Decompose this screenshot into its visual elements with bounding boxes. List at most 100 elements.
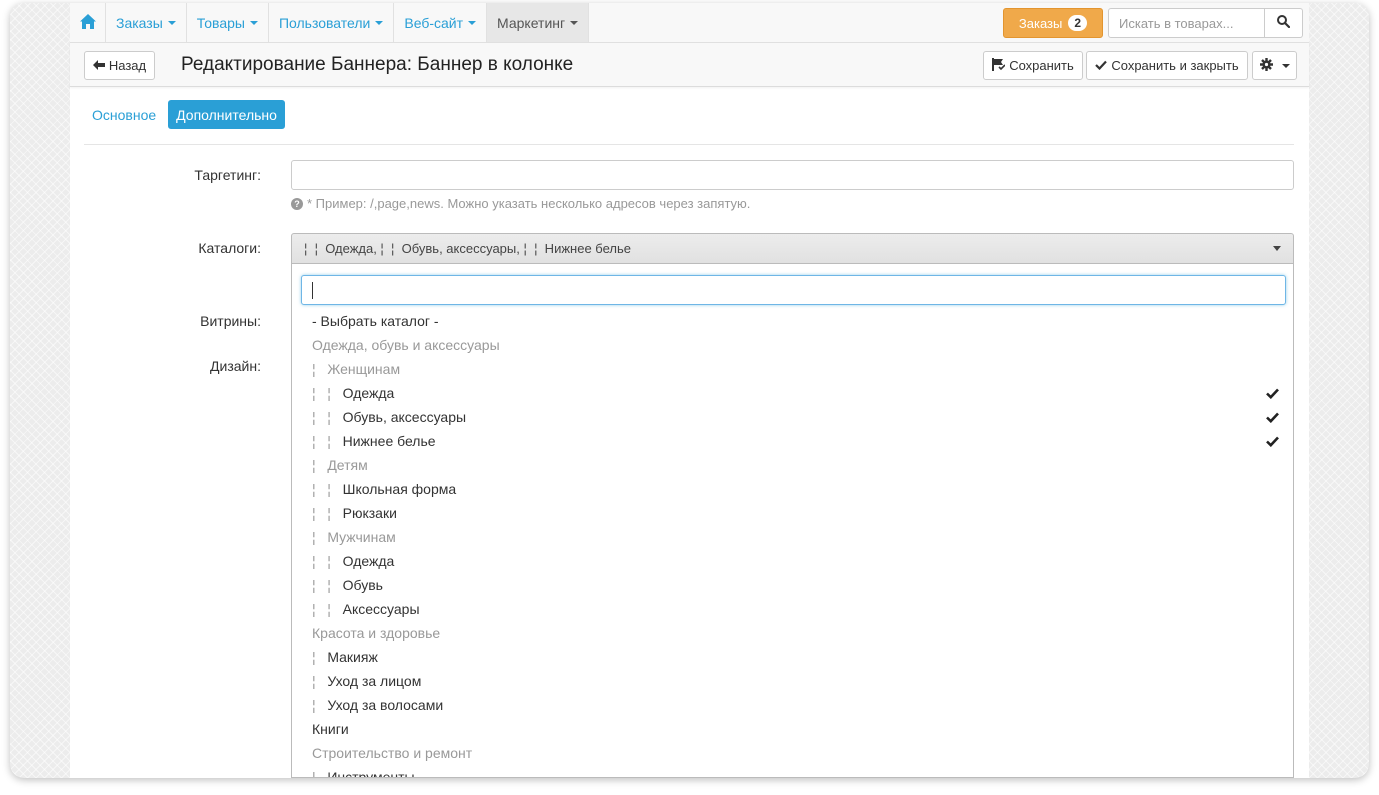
dropdown-option[interactable]: ¦ Уход за волосами	[292, 693, 1293, 717]
chevron-down-icon	[1273, 246, 1281, 251]
dropdown-option-label: Одежда	[342, 385, 395, 401]
dropdown-group-label: ¦ Женщинам	[292, 357, 1293, 381]
targeting-hint: ? * Пример: /,page,news. Можно указать н…	[291, 196, 750, 211]
design-label: Дизайн:	[210, 358, 261, 374]
tree-indent: ¦ ¦	[312, 553, 343, 569]
orders-button[interactable]: Заказы 2	[1003, 8, 1103, 38]
question-circle-icon: ?	[291, 197, 303, 210]
dropdown-option[interactable]: ¦ ¦ Школьная форма	[292, 477, 1293, 501]
chevron-down-icon	[249, 20, 258, 25]
dropdown-option-label: Одежда, обувь и аксессуары	[312, 337, 500, 353]
nav-website[interactable]: Веб-сайт	[394, 3, 488, 42]
dropdown-option-label: Нижнее белье	[342, 433, 436, 449]
tree-indent: ¦	[312, 649, 328, 665]
tab-additional[interactable]: Дополнительно	[168, 100, 285, 129]
check-icon	[1095, 58, 1108, 73]
dropdown-option[interactable]: - Выбрать каталог -	[292, 309, 1293, 333]
nav-orders[interactable]: Заказы	[106, 3, 187, 42]
tab-main[interactable]: Основное	[84, 100, 164, 129]
dropdown-group-label: ¦ Детям	[292, 453, 1293, 477]
dropdown-option-label: Женщинам	[327, 361, 401, 377]
catalogs-selected-value: ¦ ¦ Одежда, ¦ ¦ Обувь, аксессуары, ¦ ¦ Н…	[304, 241, 631, 256]
save-and-close-button[interactable]: Сохранить и закрыть	[1086, 51, 1248, 80]
dropdown-option-label: Уход за волосами	[327, 697, 444, 713]
dropdown-option[interactable]: ¦ ¦ Одежда	[292, 381, 1293, 405]
arrow-left-icon	[92, 58, 105, 73]
chevron-down-icon	[570, 20, 579, 25]
dropdown-option[interactable]: Книги	[292, 717, 1293, 741]
save-flag-icon	[992, 57, 1006, 74]
chevron-down-icon	[167, 20, 176, 25]
tree-indent: ¦	[312, 697, 328, 713]
check-icon	[1266, 386, 1279, 402]
page-title: Редактирование Баннера: Баннер в колонке	[181, 54, 574, 75]
orders-count-badge: 2	[1068, 15, 1088, 31]
dropdown-option[interactable]: ¦ ¦ Нижнее белье	[292, 429, 1293, 453]
text-cursor	[312, 282, 313, 299]
nav-users[interactable]: Пользователи	[269, 3, 395, 42]
page-header: Назад Редактирование Баннера: Баннер в к…	[70, 43, 1309, 87]
tree-indent: ¦	[312, 457, 328, 473]
dropdown-option-label: Школьная форма	[342, 481, 457, 497]
dropdown-option-label: Аксессуары	[342, 601, 420, 617]
search-icon	[1277, 15, 1291, 31]
tree-indent: ¦	[312, 673, 328, 689]
dropdown-option-label: Обувь, аксессуары	[342, 409, 467, 425]
settings-button[interactable]	[1252, 51, 1297, 80]
dropdown-option-label: Уход за лицом	[327, 673, 422, 689]
chevron-down-icon	[1281, 63, 1290, 68]
dropdown-option-label: Инструменты	[327, 769, 415, 778]
tree-indent: ¦ ¦	[312, 505, 343, 521]
tree-indent: ¦	[312, 529, 328, 545]
dropdown-option[interactable]: ¦ Уход за лицом	[292, 669, 1293, 693]
dropdown-option-label: Одежда	[342, 553, 395, 569]
chevron-down-icon	[375, 20, 384, 25]
nav-products[interactable]: Товары	[187, 3, 269, 42]
targeting-label: Таргетинг:	[194, 167, 261, 183]
dropdown-option-label: Рюкзаки	[342, 505, 397, 521]
save-button[interactable]: Сохранить	[983, 51, 1083, 80]
dropdown-option-label: Детям	[327, 457, 368, 473]
catalogs-select[interactable]: ¦ ¦ Одежда, ¦ ¦ Обувь, аксессуары, ¦ ¦ Н…	[291, 233, 1294, 264]
dropdown-option-label: Мужчинам	[327, 529, 396, 545]
dropdown-search-input[interactable]	[301, 275, 1286, 305]
home-icon	[79, 13, 96, 32]
orders-button-label: Заказы	[1018, 15, 1063, 31]
search-button[interactable]	[1265, 8, 1303, 38]
search-input[interactable]	[1108, 8, 1265, 38]
chevron-down-icon	[468, 20, 477, 25]
showcases-label: Витрины:	[200, 313, 261, 329]
back-button[interactable]: Назад	[84, 51, 155, 80]
tabs-divider	[84, 144, 1294, 145]
catalogs-label: Каталоги:	[198, 240, 261, 256]
product-search	[1108, 8, 1303, 38]
dropdown-option-label: Макияж	[327, 649, 378, 665]
dropdown-option[interactable]: ¦ ¦ Одежда	[292, 549, 1293, 573]
tree-indent: ¦ ¦	[312, 385, 343, 401]
dropdown-option-label: - Выбрать каталог -	[312, 313, 439, 329]
top-navbar: Заказы Товары Пользователи Веб-сайт Марк…	[70, 3, 1309, 43]
dropdown-group-label: Красота и здоровье	[292, 621, 1293, 645]
tree-indent: ¦ ¦	[312, 601, 343, 617]
dropdown-option[interactable]: ¦ Инструменты	[292, 765, 1293, 778]
dropdown-group-label: Строительство и ремонт	[292, 741, 1293, 765]
targeting-input[interactable]	[291, 160, 1294, 190]
check-icon	[1266, 434, 1279, 450]
check-icon	[1266, 410, 1279, 426]
window-frame: Заказы Товары Пользователи Веб-сайт Марк…	[10, 3, 1369, 778]
form-tabs: Основное Дополнительно	[84, 100, 285, 129]
nav-marketing[interactable]: Маркетинг	[487, 3, 590, 42]
home-button[interactable]	[70, 3, 106, 42]
dropdown-option[interactable]: ¦ ¦ Обувь, аксессуары	[292, 405, 1293, 429]
tree-indent: ¦	[312, 361, 328, 377]
admin-page: Заказы Товары Пользователи Веб-сайт Марк…	[70, 3, 1309, 778]
tree-indent: ¦ ¦	[312, 409, 343, 425]
tree-indent: ¦ ¦	[312, 433, 343, 449]
dropdown-option[interactable]: ¦ Макияж	[292, 645, 1293, 669]
dropdown-option-label: Книги	[312, 721, 349, 737]
dropdown-option-label: Красота и здоровье	[312, 625, 441, 641]
catalogs-dropdown: - Выбрать каталог - Одежда, обувь и аксес…	[291, 264, 1294, 778]
dropdown-option[interactable]: ¦ ¦ Обувь	[292, 573, 1293, 597]
dropdown-option[interactable]: ¦ ¦ Аксессуары	[292, 597, 1293, 621]
dropdown-option[interactable]: ¦ ¦ Рюкзаки	[292, 501, 1293, 525]
